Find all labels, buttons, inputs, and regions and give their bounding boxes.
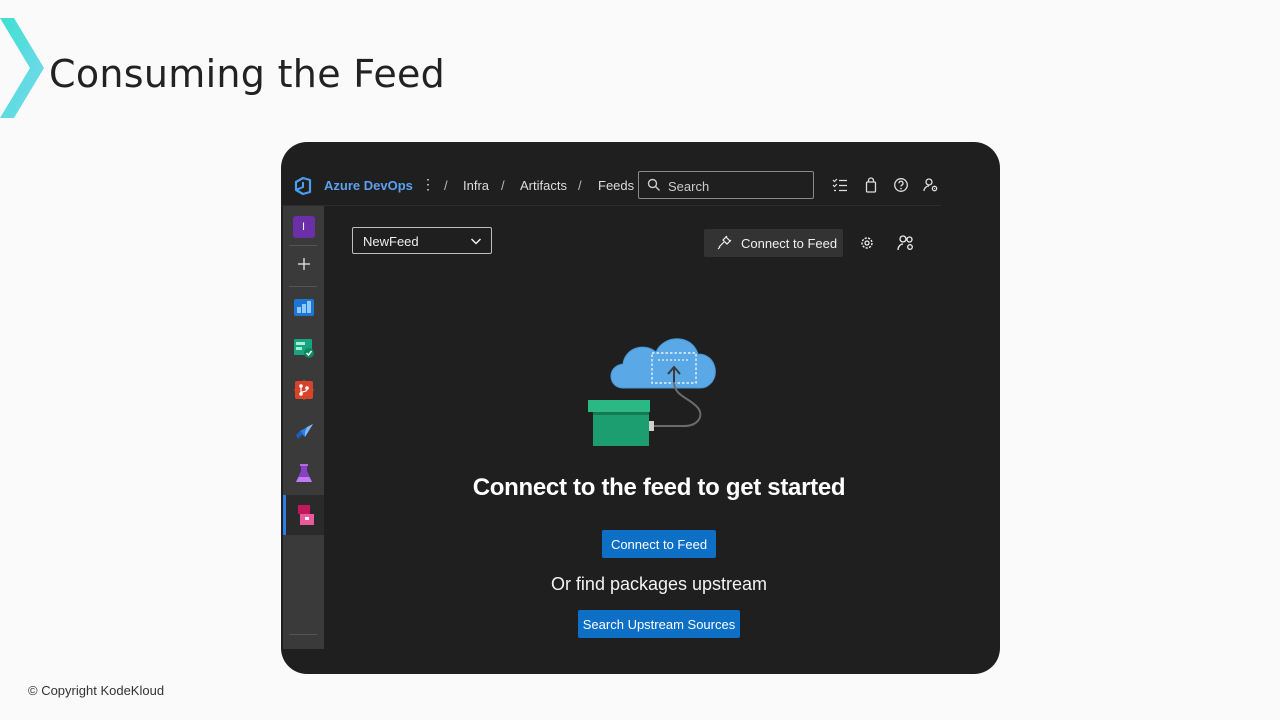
breadcrumb-separator: /: [501, 178, 505, 193]
add-icon: [297, 258, 310, 270]
azure-devops-logo-icon[interactable]: [293, 176, 313, 196]
sidebar-divider: [289, 634, 317, 635]
empty-state-headline: Connect to the feed to get started: [472, 474, 846, 501]
feed-selector-dropdown[interactable]: NewFeed: [352, 227, 492, 254]
artifacts-icon: [298, 505, 314, 525]
project-avatar[interactable]: I: [283, 207, 324, 247]
search-upstream-sources-button[interactable]: Search Upstream Sources: [578, 610, 740, 638]
pipelines-icon: [295, 424, 313, 440]
selected-feed: NewFeed: [363, 234, 419, 249]
sidebar-item-pipelines[interactable]: [283, 412, 324, 452]
sidebar-item-repos[interactable]: [283, 370, 324, 410]
connect-feed-illustration: [588, 338, 716, 446]
breadcrumb-separator: /: [578, 178, 582, 193]
breadcrumb-artifacts[interactable]: Artifacts: [520, 178, 567, 193]
breadcrumb-infra[interactable]: Infra: [463, 178, 489, 193]
test-plans-icon: [293, 339, 314, 358]
feed-permissions-icon[interactable]: [897, 234, 915, 252]
copyright-text: © Copyright KodeKloud: [28, 683, 165, 698]
feed-settings-gear-icon[interactable]: [858, 234, 876, 252]
breadcrumb-separator: /: [444, 178, 448, 193]
repos-icon: [293, 380, 314, 400]
sidebar-item-boards[interactable]: [283, 287, 324, 327]
project-initial: I: [292, 216, 315, 238]
search-icon: [647, 178, 660, 191]
boards-icon: [293, 299, 314, 316]
search-input[interactable]: Search: [638, 171, 814, 199]
topbar-divider: [281, 205, 941, 206]
connect-to-feed-toolbar-button[interactable]: Connect to Feed: [704, 229, 843, 257]
azure-devops-window: Azure DevOps ⋮ / Infra / Artifacts / Fee…: [281, 142, 1000, 674]
upstream-subtext: Or find packages upstream: [550, 574, 768, 594]
brand-name[interactable]: Azure DevOps: [324, 178, 413, 193]
user-settings-icon[interactable]: [923, 177, 939, 193]
task-list-icon[interactable]: [832, 177, 848, 193]
search-placeholder: Search: [668, 179, 710, 194]
top-navigation-bar: Azure DevOps ⋮ / Infra / Artifacts / Fee…: [281, 168, 941, 204]
connect-to-feed-toolbar-label: Connect to Feed: [741, 236, 838, 251]
sidebar-item-add[interactable]: [283, 244, 324, 284]
kodekloud-logo-icon: [0, 18, 44, 118]
shopping-bag-icon[interactable]: [863, 177, 879, 193]
chevron-down-icon: [470, 238, 482, 245]
help-icon[interactable]: [893, 177, 909, 193]
breadcrumb-feeds[interactable]: Feeds: [598, 178, 634, 193]
slide-title: Consuming the Feed: [49, 52, 446, 96]
sidebar-item-test-plans[interactable]: [283, 328, 324, 368]
plug-icon: [717, 235, 732, 250]
more-options-icon[interactable]: ⋮: [421, 176, 435, 193]
connect-to-feed-button[interactable]: Connect to Feed: [602, 530, 716, 558]
